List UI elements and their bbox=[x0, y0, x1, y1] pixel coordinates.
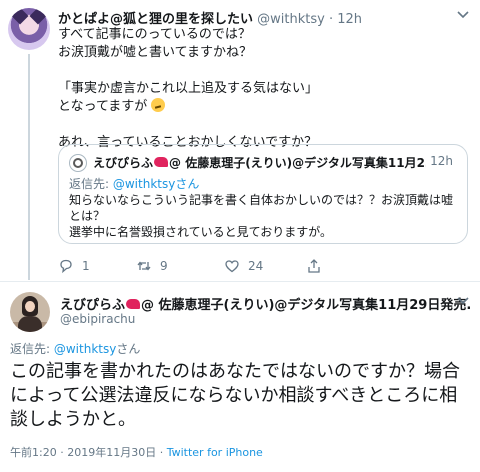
user-handle[interactable]: @withktsy bbox=[257, 12, 325, 27]
quoted-text: 知らないならこういう記事を書く自体おかしいのでは？？お涙頂戴は嘘 とは？ 選挙中… bbox=[69, 192, 459, 240]
quoted-header: えびぴらふ @ 佐藤恵理子(えりい)@デジタル写真集11月2… 12h bbox=[93, 154, 459, 171]
retweet-icon bbox=[137, 261, 151, 271]
timestamp[interactable]: 12h bbox=[337, 12, 362, 27]
retweet-count: 9 bbox=[160, 259, 168, 273]
retweet-button[interactable]: 9 bbox=[136, 258, 168, 274]
replying-to: 返信先: @withktsyさん bbox=[69, 175, 199, 192]
share-button[interactable] bbox=[306, 258, 322, 274]
display-name: えびぴらふ bbox=[93, 156, 154, 170]
chevron-down-icon[interactable] bbox=[456, 296, 470, 306]
chevron-down-icon[interactable] bbox=[456, 10, 470, 20]
quoted-line: とは？ bbox=[69, 209, 106, 223]
reply-tweet[interactable]: かとぱよ@狐と狸の里を探したい @withktsy · 12h すべて記事にのっ… bbox=[0, 0, 480, 282]
shrimp-icon bbox=[154, 157, 169, 167]
display-name[interactable]: かとぱよ@狐と狸の里を探したい bbox=[58, 12, 253, 27]
tweet-header: かとぱよ@狐と狸の里を探したい @withktsy · 12h bbox=[58, 8, 362, 27]
thinking-face-icon bbox=[151, 98, 166, 112]
tweet-line: すべて記事にのっているのでは？ bbox=[58, 27, 251, 42]
reply-button[interactable]: 1 bbox=[58, 258, 90, 274]
replying-to-label: 返信先: bbox=[69, 177, 113, 191]
tweet-line: お涙頂戴が嘘と書いてますかね？ bbox=[58, 45, 252, 60]
quoted-line: 選挙中に名誉毀損されていると見ておりますが。 bbox=[69, 225, 333, 239]
separator: · bbox=[60, 446, 64, 459]
share-icon bbox=[308, 259, 320, 273]
tweet-text: この記事を書かれたのはあなたではないのですか？場合によって公選法違反にならないか… bbox=[10, 361, 460, 430]
replying-to-suffix: さん bbox=[116, 342, 141, 356]
tweet-date[interactable]: 2019年11月30日 bbox=[67, 446, 156, 459]
avatar[interactable] bbox=[10, 292, 50, 332]
tweet-line-text: となってますが bbox=[58, 99, 148, 114]
tweet-text: すべて記事にのっているのでは？ お涙頂戴が嘘と書いてますかね？ 「事実か虚言かこ… bbox=[58, 26, 468, 152]
replying-to-label: 返信先: bbox=[10, 342, 54, 356]
replying-to-link[interactable]: @withktsyさん bbox=[113, 177, 199, 191]
reply-icon bbox=[60, 259, 72, 274]
replying-to-link[interactable]: @withktsy bbox=[54, 342, 116, 356]
reply-count: 1 bbox=[82, 259, 90, 273]
like-count: 24 bbox=[248, 259, 264, 273]
like-button[interactable]: 24 bbox=[224, 258, 263, 274]
display-name[interactable]: えびぴらふ bbox=[60, 298, 125, 313]
replying-to: 返信先: @withktsyさん bbox=[10, 340, 140, 357]
shrimp-icon bbox=[126, 299, 141, 309]
tweet-source-link[interactable]: Twitter for iPhone bbox=[167, 446, 263, 459]
tweet-time[interactable]: 午前1:20 bbox=[10, 446, 57, 459]
separator: · bbox=[159, 446, 164, 459]
quoted-tweet[interactable]: えびぴらふ @ 佐藤恵理子(えりい)@デジタル写真集11月2… 12h 返信先: … bbox=[58, 144, 468, 244]
user-handle[interactable]: @ebipirachu bbox=[60, 312, 135, 326]
tweet-meta: 午前1:20 · 2019年11月30日 · Twitter for iPhon… bbox=[10, 444, 263, 460]
avatar bbox=[69, 154, 87, 172]
display-name-rest: @ 佐藤恵理子(えりい)@デジタル写真集11月2… bbox=[169, 156, 437, 170]
tweet-header: えびぴらふ @ 佐藤恵理子(えりい)@デジタル写真集11月29日発売... bbox=[60, 294, 470, 313]
display-name-rest[interactable]: @ 佐藤恵理子(えりい)@デジタル写真集11月29日発売... bbox=[141, 298, 470, 313]
like-icon bbox=[225, 260, 239, 273]
tweet-line: 「事実か虚言かこれ以上追及する気はない」 bbox=[58, 81, 319, 96]
timestamp: 12h bbox=[426, 154, 453, 168]
tweet-line: となってますが bbox=[58, 98, 468, 116]
avatar[interactable] bbox=[8, 8, 50, 50]
tweet-actions: 1 9 24 bbox=[58, 258, 458, 276]
quoted-line: 知らないならこういう記事を書く自体おかしいのでは？？お涙頂戴は嘘 bbox=[69, 193, 454, 207]
separator: · bbox=[328, 12, 334, 27]
thread-line bbox=[28, 54, 30, 280]
